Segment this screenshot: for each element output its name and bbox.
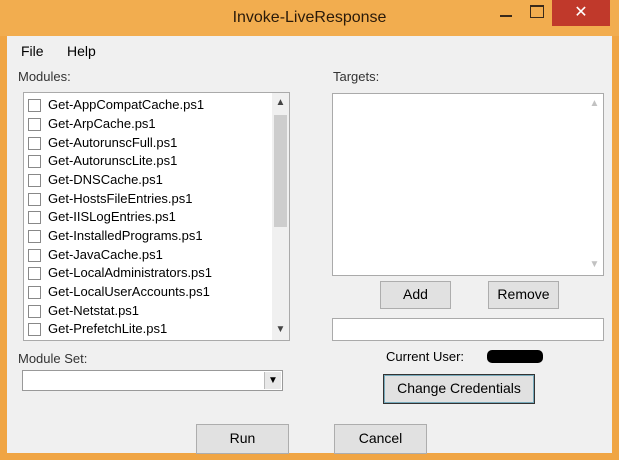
close-button[interactable]: ✕: [552, 0, 610, 26]
module-item[interactable]: Get-AppCompatCache.ps1: [28, 96, 258, 114]
client-area: File Help Modules: Get-AppCompatCache.ps…: [7, 36, 612, 454]
module-item[interactable]: Get-LocalAdministrators.ps1: [28, 264, 258, 282]
module-checkbox[interactable]: [28, 286, 41, 299]
module-checkbox[interactable]: [28, 174, 41, 187]
module-item[interactable]: Get-LocalUserAccounts.ps1: [28, 283, 258, 301]
module-item[interactable]: Get-ArpCache.ps1: [28, 115, 258, 133]
modules-scrollbar[interactable]: ▲ ▼: [272, 93, 289, 340]
module-item[interactable]: Get-HostsFileEntries.ps1: [28, 190, 258, 208]
module-checkbox[interactable]: [28, 305, 41, 318]
run-button[interactable]: Run: [196, 424, 289, 454]
module-checkbox[interactable]: [28, 230, 41, 243]
close-icon: ✕: [574, 4, 588, 21]
module-checkbox[interactable]: [28, 118, 41, 131]
module-item[interactable]: Get-Netstat.ps1: [28, 302, 258, 320]
minimize-button[interactable]: [488, 0, 524, 26]
module-item[interactable]: Get-IISLogEntries.ps1: [28, 208, 258, 226]
scroll-down-icon[interactable]: ▼: [272, 322, 289, 338]
targets-list[interactable]: ▲ ▼: [332, 93, 604, 276]
scroll-thumb[interactable]: [274, 115, 287, 227]
menu-help[interactable]: Help: [67, 43, 96, 59]
module-item[interactable]: Get-InstalledPrograms.ps1: [28, 227, 258, 245]
module-checkbox[interactable]: [28, 193, 41, 206]
module-set-label: Module Set:: [18, 351, 88, 366]
module-checkbox[interactable]: [28, 249, 41, 262]
modules-label: Modules:: [18, 69, 71, 84]
module-checkbox[interactable]: [28, 155, 41, 168]
menu-file[interactable]: File: [21, 43, 44, 59]
app-window: Invoke-LiveResponse ✕ File Help Modules:…: [0, 0, 619, 460]
cancel-button[interactable]: Cancel: [334, 424, 427, 454]
scroll-up-icon[interactable]: ▲: [586, 96, 603, 112]
targets-label: Targets:: [333, 69, 380, 84]
module-set-select[interactable]: ▼: [22, 370, 283, 391]
change-credentials-button[interactable]: Change Credentials: [383, 374, 535, 404]
chevron-down-icon[interactable]: ▼: [264, 372, 281, 389]
module-item[interactable]: Get-JavaCache.ps1: [28, 246, 258, 264]
module-checkbox[interactable]: [28, 99, 41, 112]
scroll-down-icon[interactable]: ▼: [586, 257, 603, 273]
module-checkbox[interactable]: [28, 137, 41, 150]
module-item[interactable]: Get-PrefetchLite.ps1: [28, 320, 258, 338]
remove-target-button[interactable]: Remove: [488, 281, 559, 309]
current-user-label: Current User:: [386, 349, 465, 364]
targets-scrollbar[interactable]: ▲ ▼: [586, 94, 603, 275]
module-item[interactable]: Get-AutorunscLite.ps1: [28, 152, 258, 170]
modules-list[interactable]: Get-AppCompatCache.ps1 Get-ArpCache.ps1 …: [23, 92, 290, 341]
scroll-up-icon[interactable]: ▲: [272, 95, 289, 111]
add-target-button[interactable]: Add: [380, 281, 451, 309]
maximize-button[interactable]: [523, 0, 549, 26]
target-input[interactable]: [332, 318, 604, 341]
module-checkbox[interactable]: [28, 211, 41, 224]
redacted-username: [487, 350, 543, 363]
module-item[interactable]: Get-AutorunscFull.ps1: [28, 134, 258, 152]
module-checkbox[interactable]: [28, 323, 41, 336]
module-checkbox[interactable]: [28, 267, 41, 280]
module-item[interactable]: Get-DNSCache.ps1: [28, 171, 258, 189]
title-bar: Invoke-LiveResponse ✕: [0, 0, 619, 36]
